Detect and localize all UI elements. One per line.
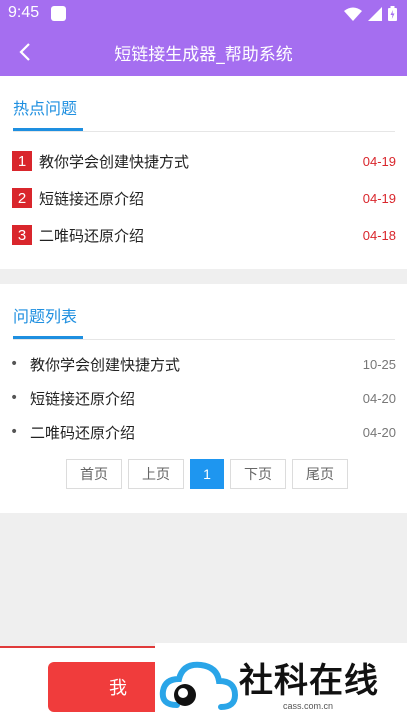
rank-badge: 2 — [12, 188, 32, 208]
hot-item-title: 教你学会创建快捷方式 — [39, 152, 190, 171]
list-item-date: 10-25 — [362, 356, 396, 372]
status-time: 9:45 — [8, 4, 40, 21]
notification-icon — [51, 6, 66, 21]
list-item-title: 二唯码还原介绍 — [30, 423, 136, 442]
hot-item-date: 04-19 — [362, 190, 396, 206]
list-item[interactable]: • 短链接还原介绍 04-20 — [10, 386, 396, 410]
current-page-button[interactable]: 1 — [190, 459, 224, 489]
list-item-title: 教你学会创建快捷方式 — [30, 355, 181, 374]
hot-item-date: 04-19 — [362, 153, 396, 169]
section-underline — [13, 128, 83, 131]
section-divider — [13, 339, 395, 340]
list-item-date: 04-20 — [362, 424, 396, 440]
last-page-button[interactable]: 尾页 — [292, 459, 348, 489]
watermark-url: cass.com.cn — [283, 701, 334, 711]
watermark: 社科在线 cass.com.cn — [155, 643, 407, 723]
hot-item-title: 短链接还原介绍 — [39, 189, 145, 208]
rank-badge: 1 — [12, 151, 32, 171]
bullet: • — [10, 424, 19, 440]
section-underline — [13, 336, 83, 339]
list-item[interactable]: • 教你学会创建快捷方式 10-25 — [10, 352, 396, 376]
cloud-eye-logo-icon — [159, 661, 239, 710]
app-bar: 短链接生成器_帮助系统 — [0, 28, 407, 76]
hot-item[interactable]: 3 二唯码还原介绍 04-18 — [12, 223, 396, 247]
rank-badge: 3 — [12, 225, 32, 245]
page-title: 短链接生成器_帮助系统 — [114, 45, 293, 65]
hot-item-title: 二唯码还原介绍 — [39, 226, 145, 245]
hot-item[interactable]: 1 教你学会创建快捷方式 04-19 — [12, 149, 396, 173]
list-item[interactable]: • 二唯码还原介绍 04-20 — [10, 420, 396, 444]
prev-page-button[interactable]: 上页 — [128, 459, 184, 489]
hot-item[interactable]: 2 短链接还原介绍 04-19 — [12, 186, 396, 210]
bullet: • — [10, 390, 19, 406]
list-item-title: 短链接还原介绍 — [30, 389, 136, 408]
signal-icon — [368, 6, 382, 21]
question-list-card: 问题列表 • 教你学会创建快捷方式 10-25 • 短链接还原介绍 04-20 … — [0, 284, 407, 513]
battery-icon — [388, 6, 397, 21]
hot-section-title: 热点问题 — [13, 99, 78, 118]
hot-questions-card: 热点问题 1 教你学会创建快捷方式 04-19 2 短链接还原介绍 04-19 … — [0, 76, 407, 269]
next-page-button[interactable]: 下页 — [230, 459, 286, 489]
list-section-title: 问题列表 — [13, 307, 78, 326]
status-bar: 9:45 — [0, 0, 407, 28]
wifi-icon — [344, 7, 362, 21]
status-icons — [344, 6, 397, 21]
pagination: 首页 上页 1 下页 尾页 — [66, 459, 348, 489]
hot-item-date: 04-18 — [362, 227, 396, 243]
bullet: • — [10, 356, 19, 372]
list-item-date: 04-20 — [362, 390, 396, 406]
section-divider — [13, 131, 395, 132]
first-page-button[interactable]: 首页 — [66, 459, 122, 489]
watermark-text: 社科在线 — [239, 661, 379, 701]
